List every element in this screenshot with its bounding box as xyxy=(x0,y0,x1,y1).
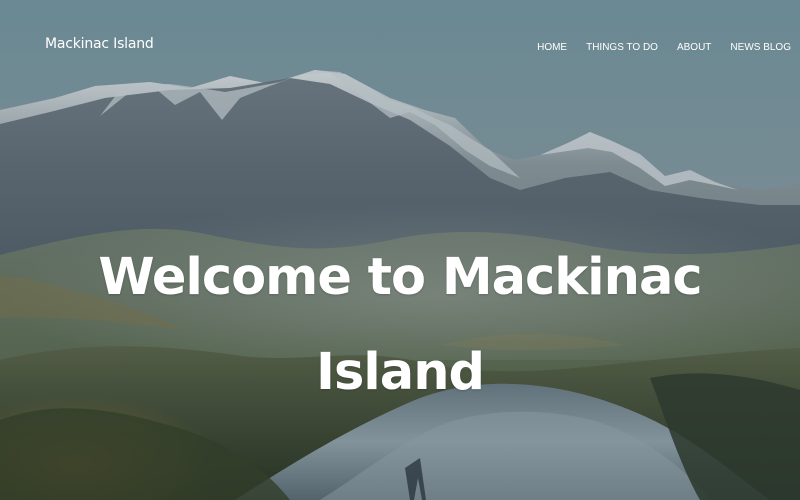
menu-item-home: HOME xyxy=(537,37,567,55)
menu-item-news-blog: NEWS BLOG xyxy=(730,37,791,55)
hero-title: Welcome to Mackinac Island xyxy=(0,230,800,420)
top-navigation: Mackinac Island HOME THINGS TO DO ABOUT … xyxy=(0,0,800,88)
landing-page: Mackinac Island HOME THINGS TO DO ABOUT … xyxy=(0,0,800,500)
hero-title-line-2: Island xyxy=(315,343,485,402)
site-brand-link[interactable]: Mackinac Island xyxy=(45,35,154,53)
menu-item-things-to-do: THINGS TO DO xyxy=(586,37,658,55)
nav-link-things-to-do[interactable]: THINGS TO DO xyxy=(586,42,658,53)
nav-link-home[interactable]: HOME xyxy=(537,42,567,53)
nav-link-about[interactable]: ABOUT xyxy=(677,42,711,53)
primary-menu: HOME THINGS TO DO ABOUT NEWS BLOG xyxy=(537,37,791,55)
menu-item-about: ABOUT xyxy=(677,37,711,55)
hero-title-line-1: Welcome to Mackinac xyxy=(98,248,702,307)
nav-link-news-blog[interactable]: NEWS BLOG xyxy=(730,42,791,53)
